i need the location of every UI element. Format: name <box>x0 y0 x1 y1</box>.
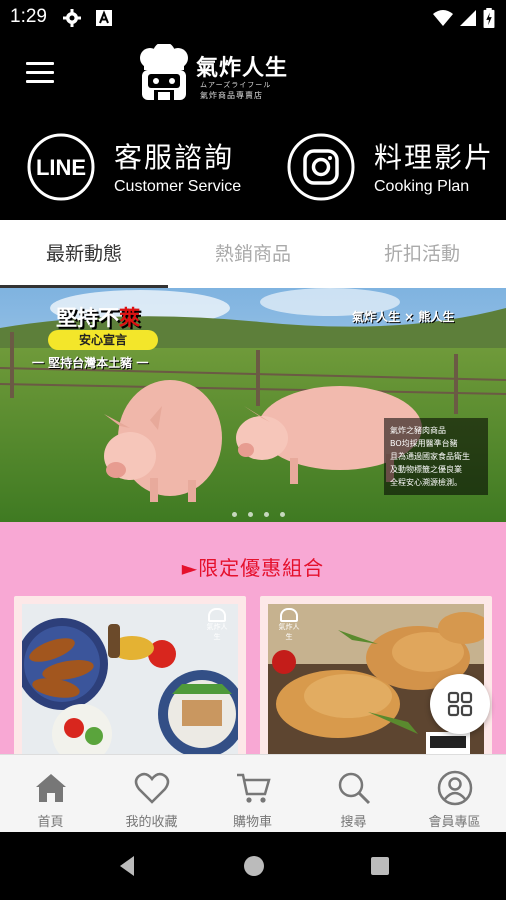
line-icon: LINE <box>27 133 95 201</box>
nav-home[interactable]: 首頁 <box>0 755 101 833</box>
tab-latest-news[interactable]: 最新動態 <box>0 220 168 288</box>
cooking-video-subtitle: Cooking Plan <box>374 178 470 195</box>
customer-service-subtitle: Customer Service <box>114 178 242 195</box>
battery-icon <box>483 8 495 28</box>
grid-icon <box>447 691 473 717</box>
app-logo[interactable]: 氣炸人生 ムアーズライフール 氣炸商品專賣店 <box>136 42 296 108</box>
banner-brand-logo: 氣炸人生 × 熊人生 <box>352 310 455 324</box>
nav-search-label: 搜尋 <box>340 815 367 830</box>
nav-favorites[interactable]: 我的收藏 <box>101 755 202 833</box>
user-icon <box>437 770 473 806</box>
status-time: 1:29 <box>10 6 47 27</box>
banner-caption: 氣炸之豬肉商品 BO均採用醫準台豬 且為通過國家食品衛生 及動物標籤之優良業 全… <box>384 418 488 495</box>
status-bar: 1:29 <box>0 0 506 36</box>
app-header: 氣炸人生 ムアーズライフール 氣炸商品專賣店 <box>0 36 506 116</box>
promo-card-1[interactable]: 氣炸人生 <box>14 596 246 756</box>
cooking-video-title: 料理影片 <box>374 141 495 174</box>
banner-headline: 堅持不萊 <box>56 306 140 330</box>
carousel-dot[interactable] <box>232 512 237 517</box>
wifi-icon <box>433 10 453 26</box>
category-tabs: 最新動態 熱銷商品 折扣活動 <box>0 220 506 288</box>
contact-bar: LINE 客服諮詢 Customer Service 料理影片 Cooking … <box>0 116 506 220</box>
card-brand-logo: 氣炸人生 <box>276 608 302 641</box>
nav-search[interactable]: 搜尋 <box>303 755 404 833</box>
recents-square-icon[interactable] <box>366 852 394 880</box>
tab-discounts[interactable]: 折扣活動 <box>338 220 506 288</box>
card-brand-logo: 氣炸人生 <box>204 608 230 641</box>
nav-favorites-label: 我的收藏 <box>125 815 178 830</box>
customer-service-button[interactable]: LINE 客服諮詢 Customer Service <box>26 132 256 202</box>
instagram-icon <box>287 133 355 201</box>
cart-icon <box>237 773 271 803</box>
promo-title: ►限定優惠組合 <box>181 556 325 580</box>
logo-title: 氣炸人生 <box>196 56 289 81</box>
home-icon <box>36 774 66 802</box>
hero-banner[interactable]: 堅持不萊 安心宣言 一 堅持台灣本土豬 一 氣炸人生 × 熊人生 氣炸之豬肉商品… <box>0 288 506 522</box>
logo-subtitle-kana: ムアーズライフール <box>200 81 272 89</box>
bottom-navigation: 首頁 我的收藏 購物車 搜尋 會員專區 <box>0 754 506 832</box>
tab-hot-products[interactable]: 熱銷商品 <box>169 220 337 288</box>
nav-member-label: 會員專區 <box>428 815 481 830</box>
text-a-icon <box>96 10 112 26</box>
nav-cart[interactable]: 購物車 <box>202 755 303 833</box>
settings-gear-icon <box>63 9 81 27</box>
banner-subline: 一 堅持台灣本土豬 一 <box>32 356 149 370</box>
home-circle-icon[interactable] <box>240 852 268 880</box>
hamburger-menu-button[interactable] <box>26 62 54 86</box>
logo-subtitle: 氣炸商品專賣店 <box>200 91 263 100</box>
nav-member[interactable]: 會員專區 <box>404 755 505 833</box>
search-icon <box>338 772 371 805</box>
back-triangle-icon[interactable] <box>114 852 142 880</box>
customer-service-title: 客服諮詢 <box>114 141 235 174</box>
grid-menu-fab[interactable] <box>430 674 490 734</box>
banner-pill-label: 安心宣言 <box>48 330 158 350</box>
signal-icon <box>460 10 476 26</box>
carousel-dots <box>232 502 291 517</box>
nav-cart-label: 購物車 <box>232 815 272 830</box>
cooking-video-button[interactable]: 料理影片 Cooking Plan <box>286 132 496 202</box>
heart-icon <box>134 772 170 804</box>
nav-home-label: 首頁 <box>37 815 64 830</box>
chef-mascot-icon <box>140 42 188 104</box>
system-navigation-bar <box>0 832 506 900</box>
line-icon-label: LINE <box>36 155 86 180</box>
